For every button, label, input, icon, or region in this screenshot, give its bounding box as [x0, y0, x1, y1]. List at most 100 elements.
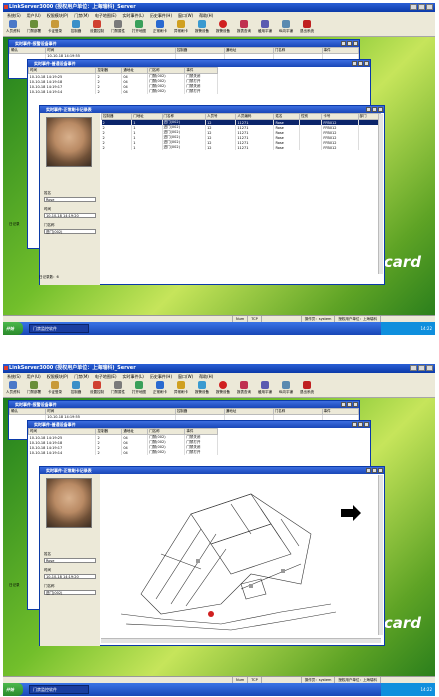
vertical-scrollbar[interactable]	[378, 114, 383, 274]
toolbar: 人员资料 门禁部署 卡证登录 控制器 设置控制 门禁属性 打开地图 正常刷卡 异…	[3, 380, 435, 398]
card-max-button[interactable]	[372, 107, 377, 112]
menu-access[interactable]: 门禁(M)	[74, 12, 89, 19]
menu-system[interactable]: 系统(S)	[7, 373, 21, 380]
status-bar: Num TCP 操作员：system 授权用户单位：上海瑞科	[3, 676, 435, 683]
menu-window[interactable]: 窗口(W)	[178, 12, 193, 19]
warning-icon	[177, 381, 185, 389]
normal-close-button[interactable]	[364, 422, 369, 427]
menu-history[interactable]: 历史事件(H)	[150, 12, 172, 19]
vertical-scrollbar[interactable]	[378, 475, 383, 635]
card-icon	[51, 20, 59, 28]
normal-min-button[interactable]	[352, 422, 357, 427]
card-max-button[interactable]	[372, 468, 377, 473]
tool-alarm-2[interactable]: 报警设备	[215, 380, 231, 395]
normal-min-button[interactable]	[352, 61, 357, 66]
tool-report[interactable]: 报表查询	[236, 380, 252, 395]
tool-open-map[interactable]: 打开地图	[131, 380, 147, 395]
menu-realtime[interactable]: 实时事件(L)	[123, 373, 144, 380]
menu-permission[interactable]: 权限模块(P)	[47, 12, 69, 19]
table-row[interactable]: 10-10-18 14:19:55	[9, 53, 360, 59]
menu-permission[interactable]: 权限模块(P)	[47, 373, 69, 380]
menu-help[interactable]: 帮助(H)	[199, 373, 213, 380]
tool-tile-h[interactable]: 缓用平铺	[257, 19, 273, 34]
horizontal-scrollbar[interactable]	[101, 638, 381, 643]
task-button[interactable]: 门禁监控软件	[29, 324, 89, 333]
table-row[interactable]: 10-10-18 14:19:55	[9, 414, 360, 420]
alarm-close-button[interactable]	[353, 41, 358, 46]
tool-door-props[interactable]: 门禁属性	[110, 19, 126, 34]
close-button[interactable]	[426, 365, 433, 371]
normal-table: 时间 控制器 通地址 门名称 事件 10-10-18 14:19:25 2 04 门禁…	[27, 67, 218, 94]
tool-controller[interactable]: 控制器	[68, 19, 84, 34]
tool-open-map[interactable]: 打开地图	[131, 19, 147, 34]
tool-alarm-1[interactable]: 报警设备	[194, 19, 210, 34]
normal-close-button[interactable]	[364, 61, 369, 66]
tool-controller[interactable]: 控制器	[68, 380, 84, 395]
menu-map[interactable]: 电子地图(E)	[95, 12, 117, 19]
swipe-icon	[156, 381, 164, 389]
start-button[interactable]: 开始	[3, 322, 23, 335]
tile-horizontal-icon	[261, 381, 269, 389]
table-row[interactable]: 10-10-18 14:19:14 2 04 门禁(002) 门禁打开	[28, 450, 218, 455]
tool-exit[interactable]: 退出系统	[299, 380, 315, 395]
alarm-max-button[interactable]	[347, 41, 352, 46]
menu-system[interactable]: 系统(S)	[7, 12, 21, 19]
tool-personnel[interactable]: 人员资料	[5, 380, 21, 395]
tool-alarm-2[interactable]: 报警设备	[215, 19, 231, 34]
taskbar: 开始 门禁监控软件 14:22	[3, 322, 435, 335]
menu-access[interactable]: 门禁(M)	[74, 373, 89, 380]
alarm-close-button[interactable]	[353, 402, 358, 407]
maximize-button[interactable]	[418, 365, 425, 371]
tool-report[interactable]: 报表查询	[236, 19, 252, 34]
normal-max-button[interactable]	[358, 61, 363, 66]
alarm-min-button[interactable]	[341, 41, 346, 46]
door-props-icon	[114, 20, 122, 28]
tool-door-props[interactable]: 门禁属性	[110, 380, 126, 395]
tool-normal-swipe[interactable]: 正常刷卡	[152, 380, 168, 395]
tool-exit[interactable]: 退出系统	[299, 19, 315, 34]
card-close-button[interactable]	[378, 468, 383, 473]
person-panel: 姓名 Rose 时间 10-10-18 14:19:20 门名称 进门(002)	[40, 474, 100, 646]
card-close-button[interactable]	[378, 107, 383, 112]
menu-help[interactable]: 帮助(H)	[199, 12, 213, 19]
tool-door-deploy[interactable]: 门禁部署	[26, 19, 42, 34]
tool-tile-v[interactable]: 纵向平铺	[278, 380, 294, 395]
tool-normal-swipe[interactable]: 正常刷卡	[152, 19, 168, 34]
menu-user[interactable]: 用户(U)	[27, 373, 41, 380]
alarm-max-button[interactable]	[347, 402, 352, 407]
minimize-button[interactable]	[410, 4, 417, 10]
menu-map[interactable]: 电子地图(E)	[95, 373, 117, 380]
table-row[interactable]: 10-10-18 14:19:14 2 04 门禁(002) 门禁打开	[28, 89, 218, 94]
tool-card-login[interactable]: 卡证登录	[47, 19, 63, 34]
maximize-button[interactable]	[418, 4, 425, 10]
floor-plan-map[interactable]	[101, 474, 381, 634]
tool-settings[interactable]: 设置控制	[89, 380, 105, 395]
start-button[interactable]: 开始	[3, 683, 23, 696]
card-min-button[interactable]	[366, 107, 371, 112]
tool-abnormal-swipe[interactable]: 异常刷卡	[173, 380, 189, 395]
menu-user[interactable]: 用户(U)	[27, 12, 41, 19]
minimize-button[interactable]	[410, 365, 417, 371]
tool-alarm-1[interactable]: 报警设备	[194, 380, 210, 395]
settings-icon	[93, 381, 101, 389]
menu-history[interactable]: 历史事件(H)	[150, 373, 172, 380]
menu-window[interactable]: 窗口(W)	[178, 373, 193, 380]
tool-personnel[interactable]: 人员资料	[5, 19, 21, 34]
controller-icon	[72, 20, 80, 28]
table-row[interactable]: 2 1 进门(002) 12 11271 Rose FFB012	[101, 145, 382, 150]
normal-window-title: 实时事件-普通设备事件	[34, 61, 76, 66]
close-button[interactable]	[426, 4, 433, 10]
tool-card-login[interactable]: 卡证登录	[47, 380, 63, 395]
tool-door-deploy[interactable]: 门禁部署	[26, 380, 42, 395]
tool-tile-h[interactable]: 缓用平铺	[257, 380, 273, 395]
task-button[interactable]: 门禁监控软件	[29, 685, 89, 694]
tool-abnormal-swipe[interactable]: 异常刷卡	[173, 19, 189, 34]
normal-max-button[interactable]	[358, 422, 363, 427]
tool-tile-v[interactable]: 纵向平铺	[278, 19, 294, 34]
settings-icon	[93, 20, 101, 28]
tool-settings[interactable]: 设置控制	[89, 19, 105, 34]
alarm-min-button[interactable]	[341, 402, 346, 407]
toolbar: 人员资料 门禁部署 卡证登录 控制器 设置控制 门禁属性 打开地图 正常刷卡 异…	[3, 19, 435, 37]
menu-realtime[interactable]: 实时事件(L)	[123, 12, 144, 19]
card-min-button[interactable]	[366, 468, 371, 473]
